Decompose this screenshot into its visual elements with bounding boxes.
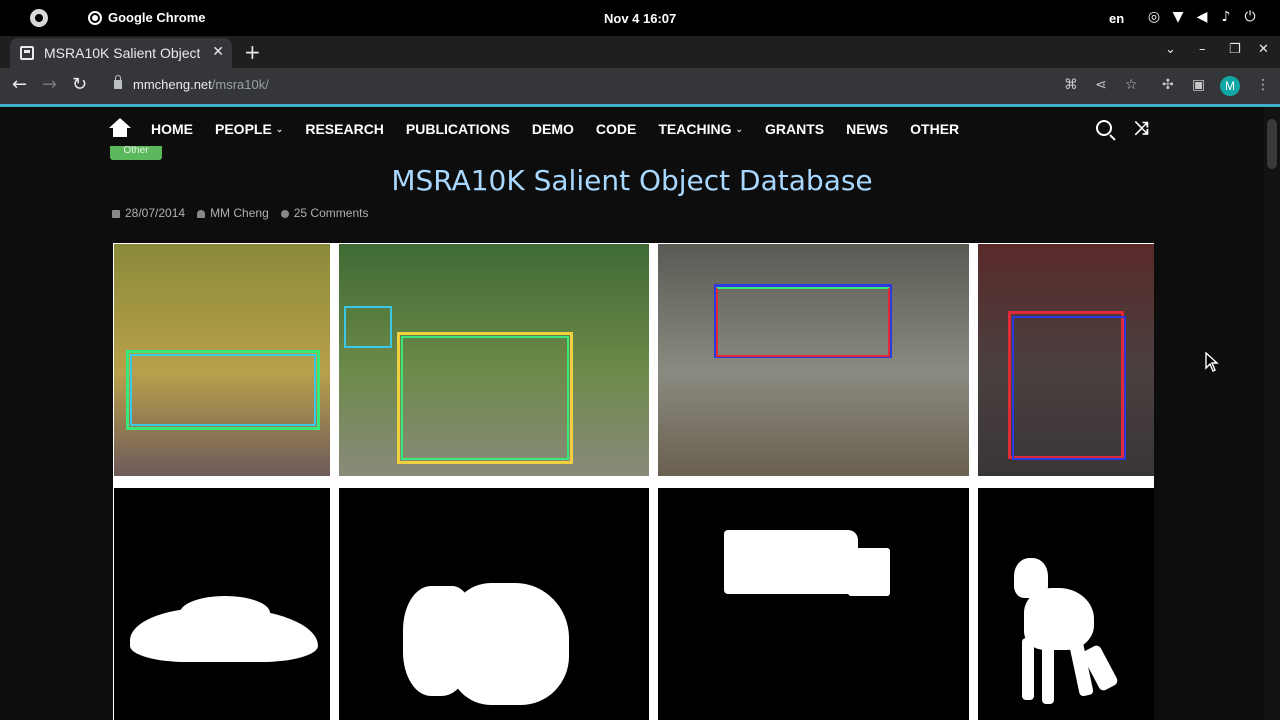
sample-photo-dog: [978, 244, 1154, 476]
nav-item-label: DEMO: [531, 121, 574, 137]
chevron-down-icon: ⌄: [275, 123, 284, 134]
tab-msra10k[interactable]: MSRA10K Salient Object D ✕: [10, 38, 232, 68]
clock[interactable]: Nov 4 16:07: [604, 11, 676, 26]
close-tab-icon[interactable]: ✕: [212, 43, 224, 60]
mask-region: [848, 548, 890, 596]
nav-item-label: CODE: [595, 121, 637, 137]
bounding-box: [130, 354, 316, 426]
accessibility-icon[interactable]: ◎: [1146, 9, 1162, 25]
bounding-box: [716, 287, 890, 357]
side-panel-icon[interactable]: ▣: [1192, 77, 1205, 93]
extensions-icon[interactable]: ✣: [1162, 77, 1174, 93]
tab-search-icon[interactable]: ⌄: [1165, 42, 1176, 57]
nav-item-publications[interactable]: PUBLICATIONS: [406, 121, 510, 137]
menu-kebab-icon[interactable]: ⋮: [1256, 77, 1270, 93]
main-menu: HOME PEOPLE ⌄ RESEARCH PUBLICATIONS DEMO CODE T…: [151, 121, 959, 137]
share-icon[interactable]: ⋖: [1095, 77, 1107, 93]
nav-item-people[interactable]: PEOPLE ⌄: [215, 121, 283, 137]
input-language[interactable]: en: [1109, 11, 1124, 26]
bounding-box: [1012, 316, 1126, 460]
new-tab-button[interactable]: +: [244, 40, 261, 64]
nav-item-label: HOME: [151, 121, 193, 137]
app-indicator[interactable]: Google Chrome: [88, 10, 206, 25]
chrome-icon: [88, 10, 102, 25]
browser-toolbar: ← → ↻ mmcheng.net/msra10k/ ⌘ ⋖ ☆ ✣ ▣ M ⋮: [0, 68, 1280, 104]
random-post-icon[interactable]: ⤨: [1134, 118, 1148, 139]
mask-region: [425, 628, 515, 686]
user-icon: [197, 209, 206, 218]
nav-item-research[interactable]: RESEARCH: [305, 121, 384, 137]
mask-region: [180, 596, 270, 630]
comments-icon: [280, 209, 289, 218]
nav-item-label: OTHER: [910, 121, 960, 137]
bounding-box: [401, 336, 569, 460]
nav-item-label: PEOPLE: [215, 121, 272, 137]
calendar-icon: [112, 209, 120, 218]
ground-truth-mask-shed: [658, 488, 969, 720]
nav-item-demo[interactable]: DEMO: [532, 121, 574, 137]
maximize-icon[interactable]: ❐: [1229, 42, 1241, 57]
ground-truth-mask-lilac: [339, 488, 649, 720]
system-top-bar: Google Chrome Nov 4 16:07 en ◎ ▼ ◀ ♪ ⏻: [0, 0, 1280, 36]
nav-item-other[interactable]: OTHER: [910, 121, 959, 137]
page-scrollbar[interactable]: [1264, 107, 1280, 720]
nav-item-label: TEACHING: [658, 121, 732, 137]
tab-strip: MSRA10K Salient Object D ✕ + ⌄ – ❐ ✕: [0, 36, 1280, 68]
chevron-down-icon: ⌄: [735, 123, 744, 134]
nav-item-grants[interactable]: GRANTS: [765, 121, 824, 137]
ground-truth-mask-dog: [978, 488, 1154, 720]
app-name: Google Chrome: [108, 10, 206, 25]
volume-icon[interactable]: ◀: [1194, 9, 1210, 25]
reload-icon[interactable]: ↻: [72, 74, 87, 95]
sample-photo-lilac: [339, 244, 649, 476]
mask-region: [1042, 638, 1054, 704]
minimize-icon[interactable]: –: [1199, 42, 1206, 57]
nav-item-label: NEWS: [846, 121, 889, 137]
microphone-icon[interactable]: ♪: [1218, 9, 1234, 25]
site-navigation: HOME PEOPLE ⌄ RESEARCH PUBLICATIONS DEMO CODE T…: [0, 107, 1264, 152]
post-comments[interactable]: 25 Comments: [280, 206, 368, 220]
nav-item-code[interactable]: CODE: [596, 121, 636, 137]
tab-title: MSRA10K Salient Object D: [44, 45, 200, 61]
cursor-arrow-icon: [1205, 352, 1219, 372]
mask-region: [1022, 638, 1034, 700]
activities-icon[interactable]: [30, 9, 48, 27]
back-icon[interactable]: ←: [12, 74, 27, 95]
nav-item-label: PUBLICATIONS: [405, 121, 510, 137]
nav-item-news[interactable]: NEWS: [846, 121, 888, 137]
lock-icon[interactable]: [114, 75, 122, 89]
translate-icon[interactable]: ⌘: [1064, 77, 1078, 93]
mask-region: [724, 530, 858, 594]
post-author[interactable]: MM Cheng: [197, 206, 269, 220]
sample-photo-car: [114, 244, 330, 476]
post-meta: 28/07/2014 MM Cheng 25 Comments: [112, 206, 368, 220]
page-title: MSRA10K Salient Object Database: [391, 164, 873, 197]
url-text[interactable]: mmcheng.net/msra10k/: [133, 77, 269, 92]
power-icon[interactable]: ⏻: [1242, 9, 1258, 25]
bounding-box: [344, 306, 392, 348]
post-date[interactable]: 28/07/2014: [112, 206, 185, 220]
category-badge[interactable]: Other: [110, 146, 162, 160]
forward-icon[interactable]: →: [42, 74, 57, 95]
nav-item-home[interactable]: HOME: [151, 121, 193, 137]
close-window-icon[interactable]: ✕: [1258, 42, 1269, 57]
wifi-icon[interactable]: ▼: [1170, 9, 1186, 25]
nav-item-label: GRANTS: [765, 121, 825, 137]
search-icon[interactable]: [1096, 120, 1112, 136]
system-tray[interactable]: ◎ ▼ ◀ ♪ ⏻: [1146, 9, 1258, 25]
favicon-icon: [20, 46, 34, 60]
ground-truth-mask-car: [114, 488, 330, 720]
sample-photo-shed: [658, 244, 969, 476]
profile-avatar[interactable]: M: [1220, 76, 1240, 96]
nav-item-label: RESEARCH: [305, 121, 384, 137]
dataset-sample-figure: [113, 243, 1154, 720]
bookmark-star-icon[interactable]: ☆: [1125, 77, 1138, 93]
scrollbar-thumb[interactable]: [1267, 119, 1277, 169]
home-icon[interactable]: [109, 118, 131, 138]
mask-region: [1024, 588, 1094, 650]
nav-item-teaching[interactable]: TEACHING ⌄: [658, 121, 743, 137]
